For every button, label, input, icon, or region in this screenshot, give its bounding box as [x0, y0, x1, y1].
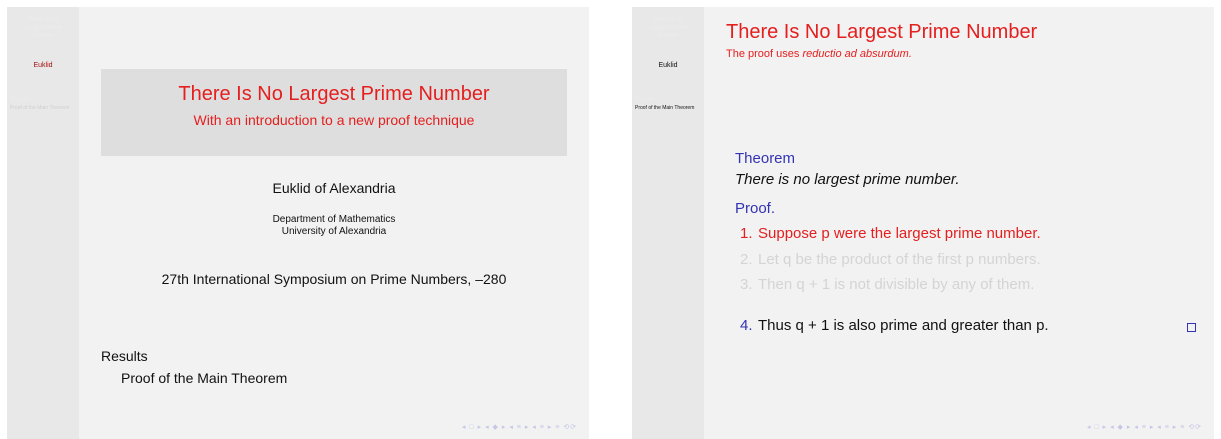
- presentation-title: There Is No Largest Prime Number: [178, 83, 490, 105]
- frame-subtitle-prefix: The proof uses: [726, 48, 803, 60]
- sidebar-subsection-proof[interactable]: Proof of the Main Theorem: [10, 105, 76, 112]
- proof-item: 3. Then q + 1 is not divisible by any of …: [740, 276, 1034, 293]
- date: 27th International Symposium on Prime Nu…: [161, 271, 507, 287]
- proof-slide: There Is No Largest Prime Number Euklid …: [632, 7, 1214, 439]
- proof-item-text: Let q be the product of the first p numb…: [758, 251, 1041, 268]
- sidebar-section-results[interactable]: Results: [10, 97, 30, 103]
- sidebar-section-euklid[interactable]: Euklid: [7, 62, 79, 69]
- theorem-title: Theorem: [735, 150, 796, 167]
- proof-item-number: 3.: [740, 276, 753, 293]
- navigation-symbols[interactable]: ◂ □ ▸ ◂ ◆ ▸ ◂ ≡ ▸ ◂ ≡ ▸ ≡ ⟲⟳: [1087, 423, 1202, 431]
- proof-item-number: 1.: [740, 225, 753, 242]
- proof-item-number: 4.: [740, 317, 753, 334]
- institute-line: University of Alexandria: [281, 226, 387, 237]
- proof-title: Proof.: [735, 200, 776, 217]
- sidebar-title-line: There Is No: [27, 17, 59, 23]
- theorem-body: There is no largest prime number.: [735, 171, 960, 188]
- sidebar-title-line: Number: [657, 33, 679, 39]
- proof-item-text: Then q + 1 is not divisible by any of th…: [758, 276, 1035, 293]
- proof-item: 2. Let q be the product of the first p nu…: [740, 251, 1041, 268]
- qed-square-icon: [1187, 323, 1196, 332]
- proof-item: 4. Thus q + 1 is also prime and greater t…: [740, 317, 1049, 334]
- sidebar-title-line: Number: [32, 33, 54, 39]
- sidebar-title-line: There Is No: [652, 17, 684, 23]
- title-block: There Is No Largest Prime Number With an…: [101, 69, 567, 156]
- sidebar-section-euklid[interactable]: Euklid: [632, 62, 704, 69]
- navigation-symbols[interactable]: ◂ □ ▸ ◂ ◆ ▸ ◂ ≡ ▸ ◂ ≡ ▸ ≡ ⟲⟳: [462, 423, 577, 431]
- proof-item-number: 2.: [740, 251, 753, 268]
- frame-subtitle: The proof uses reductio ad absurdum.: [726, 48, 912, 60]
- sidebar: There Is No Largest Prime Number Euklid …: [632, 7, 704, 439]
- title-slide: There Is No Largest Prime Number Euklid …: [7, 7, 589, 439]
- proof-item: 1. Suppose p were the largest prime numbe…: [740, 225, 1041, 242]
- toc-subsection[interactable]: Proof of the Main Theorem: [121, 370, 287, 386]
- frame-subtitle-emphasis: reductio ad absurdum.: [802, 48, 912, 60]
- sidebar-title-line: Largest Prime: [649, 25, 687, 31]
- institute-line: Department of Mathematics: [272, 214, 396, 225]
- author: Euklid of Alexandria: [272, 180, 396, 196]
- proof-item-text: Thus q + 1 is also prime and greater tha…: [758, 317, 1049, 334]
- sidebar-subsection-proof[interactable]: Proof of the Main Theorem: [635, 105, 701, 112]
- sidebar-title-line: Largest Prime: [24, 25, 62, 31]
- proof-item-text: Suppose p were the largest prime number.: [758, 225, 1041, 242]
- presentation-subtitle: With an introduction to a new proof tech…: [193, 112, 475, 128]
- sidebar: There Is No Largest Prime Number Euklid …: [7, 7, 79, 439]
- toc-section[interactable]: Results: [101, 348, 148, 364]
- sidebar-section-results[interactable]: Results: [635, 97, 655, 103]
- frame-title: There Is No Largest Prime Number: [726, 21, 1038, 43]
